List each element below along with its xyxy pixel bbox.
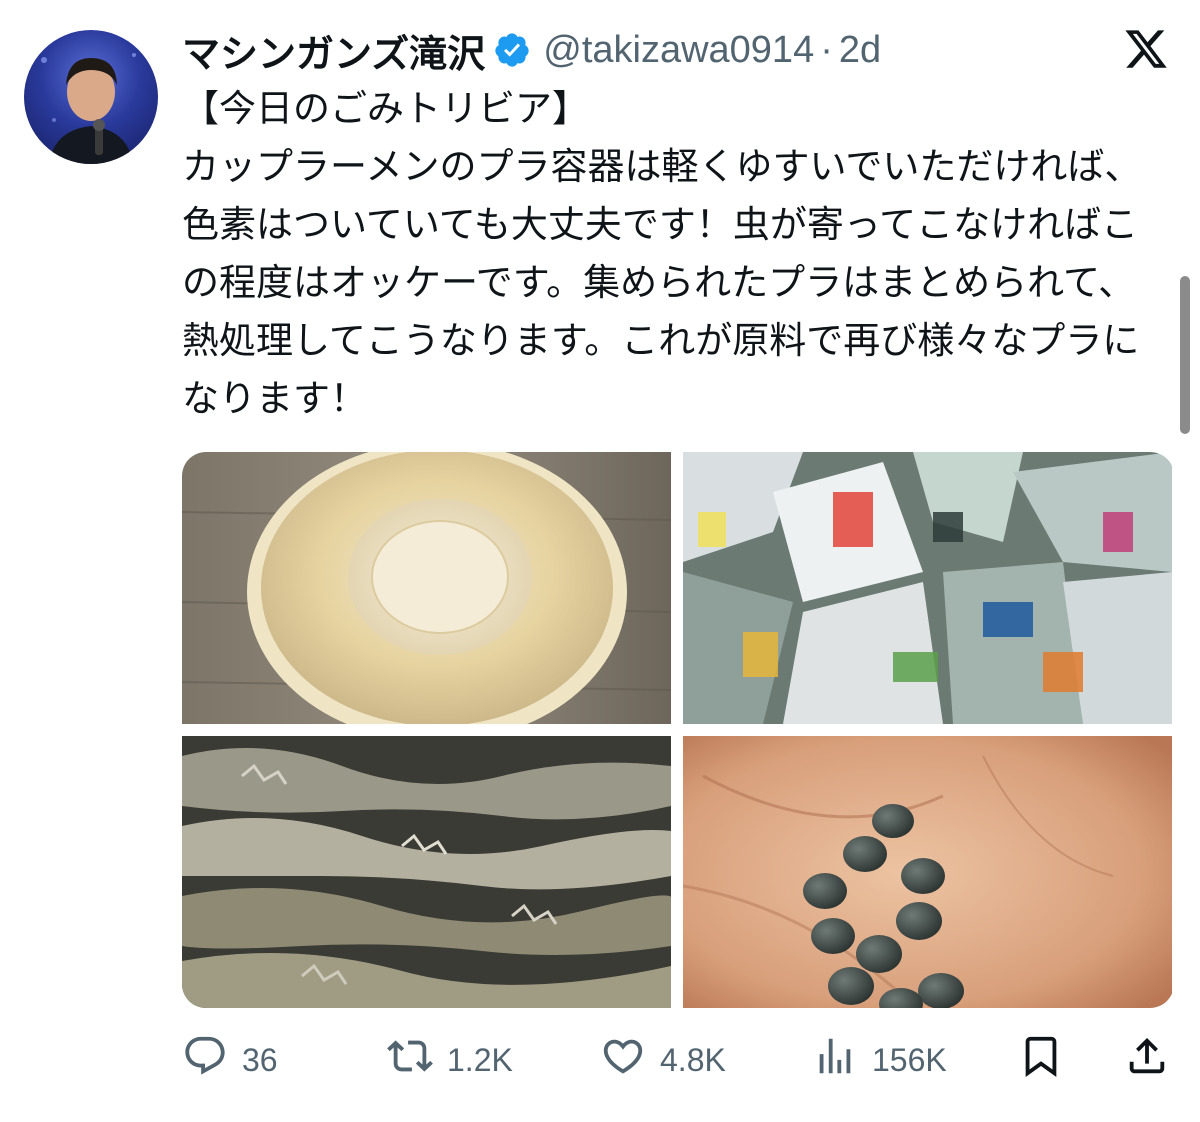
like-icon <box>600 1033 646 1087</box>
bookmark-icon <box>1018 1033 1064 1087</box>
like-button[interactable]: 4.8K <box>600 1030 726 1090</box>
like-count: 4.8K <box>660 1041 726 1078</box>
verified-badge-icon <box>493 31 531 69</box>
scrollbar-thumb[interactable] <box>1180 276 1190 434</box>
views-icon <box>812 1033 858 1087</box>
display-name[interactable]: マシンガンズ滝沢 <box>182 23 485 78</box>
heat-processed-plastic-photo[interactable] <box>182 736 671 1008</box>
tweet-text: 【今日のごみトリビア】 カップラーメンのプラ容器は軽くゆすいでいただければ、色素… <box>182 87 1142 420</box>
share-button[interactable] <box>1124 1030 1170 1090</box>
views-button[interactable]: 156K <box>812 1030 947 1090</box>
views-count: 156K <box>872 1041 947 1078</box>
repost-count: 1.2K <box>447 1041 513 1078</box>
reply-icon <box>182 1033 228 1087</box>
cup-noodle-container-photo[interactable] <box>182 452 671 724</box>
tweet-timestamp[interactable]: 2d <box>839 29 881 72</box>
author-avatar[interactable] <box>24 30 158 164</box>
tweet-header: マシンガンズ滝沢 @takizawa0914 · 2d <box>182 22 881 78</box>
tweet-action-bar: 36 1.2K 4.8K 156K <box>182 1030 1172 1090</box>
repost-icon <box>387 1033 433 1087</box>
media-grid <box>182 452 1174 1008</box>
reply-button[interactable]: 36 <box>182 1030 278 1090</box>
collected-plastic-waste-photo[interactable] <box>683 452 1172 724</box>
repost-button[interactable]: 1.2K <box>387 1030 513 1090</box>
reply-count: 36 <box>242 1041 278 1078</box>
share-icon <box>1124 1033 1170 1087</box>
recycled-plastic-pellets-photo[interactable] <box>683 736 1172 1008</box>
separator-dot: · <box>820 28 833 71</box>
x-logo-icon <box>1122 26 1170 72</box>
bookmark-button[interactable] <box>1018 1030 1064 1090</box>
author-handle[interactable]: @takizawa0914 <box>543 29 814 72</box>
